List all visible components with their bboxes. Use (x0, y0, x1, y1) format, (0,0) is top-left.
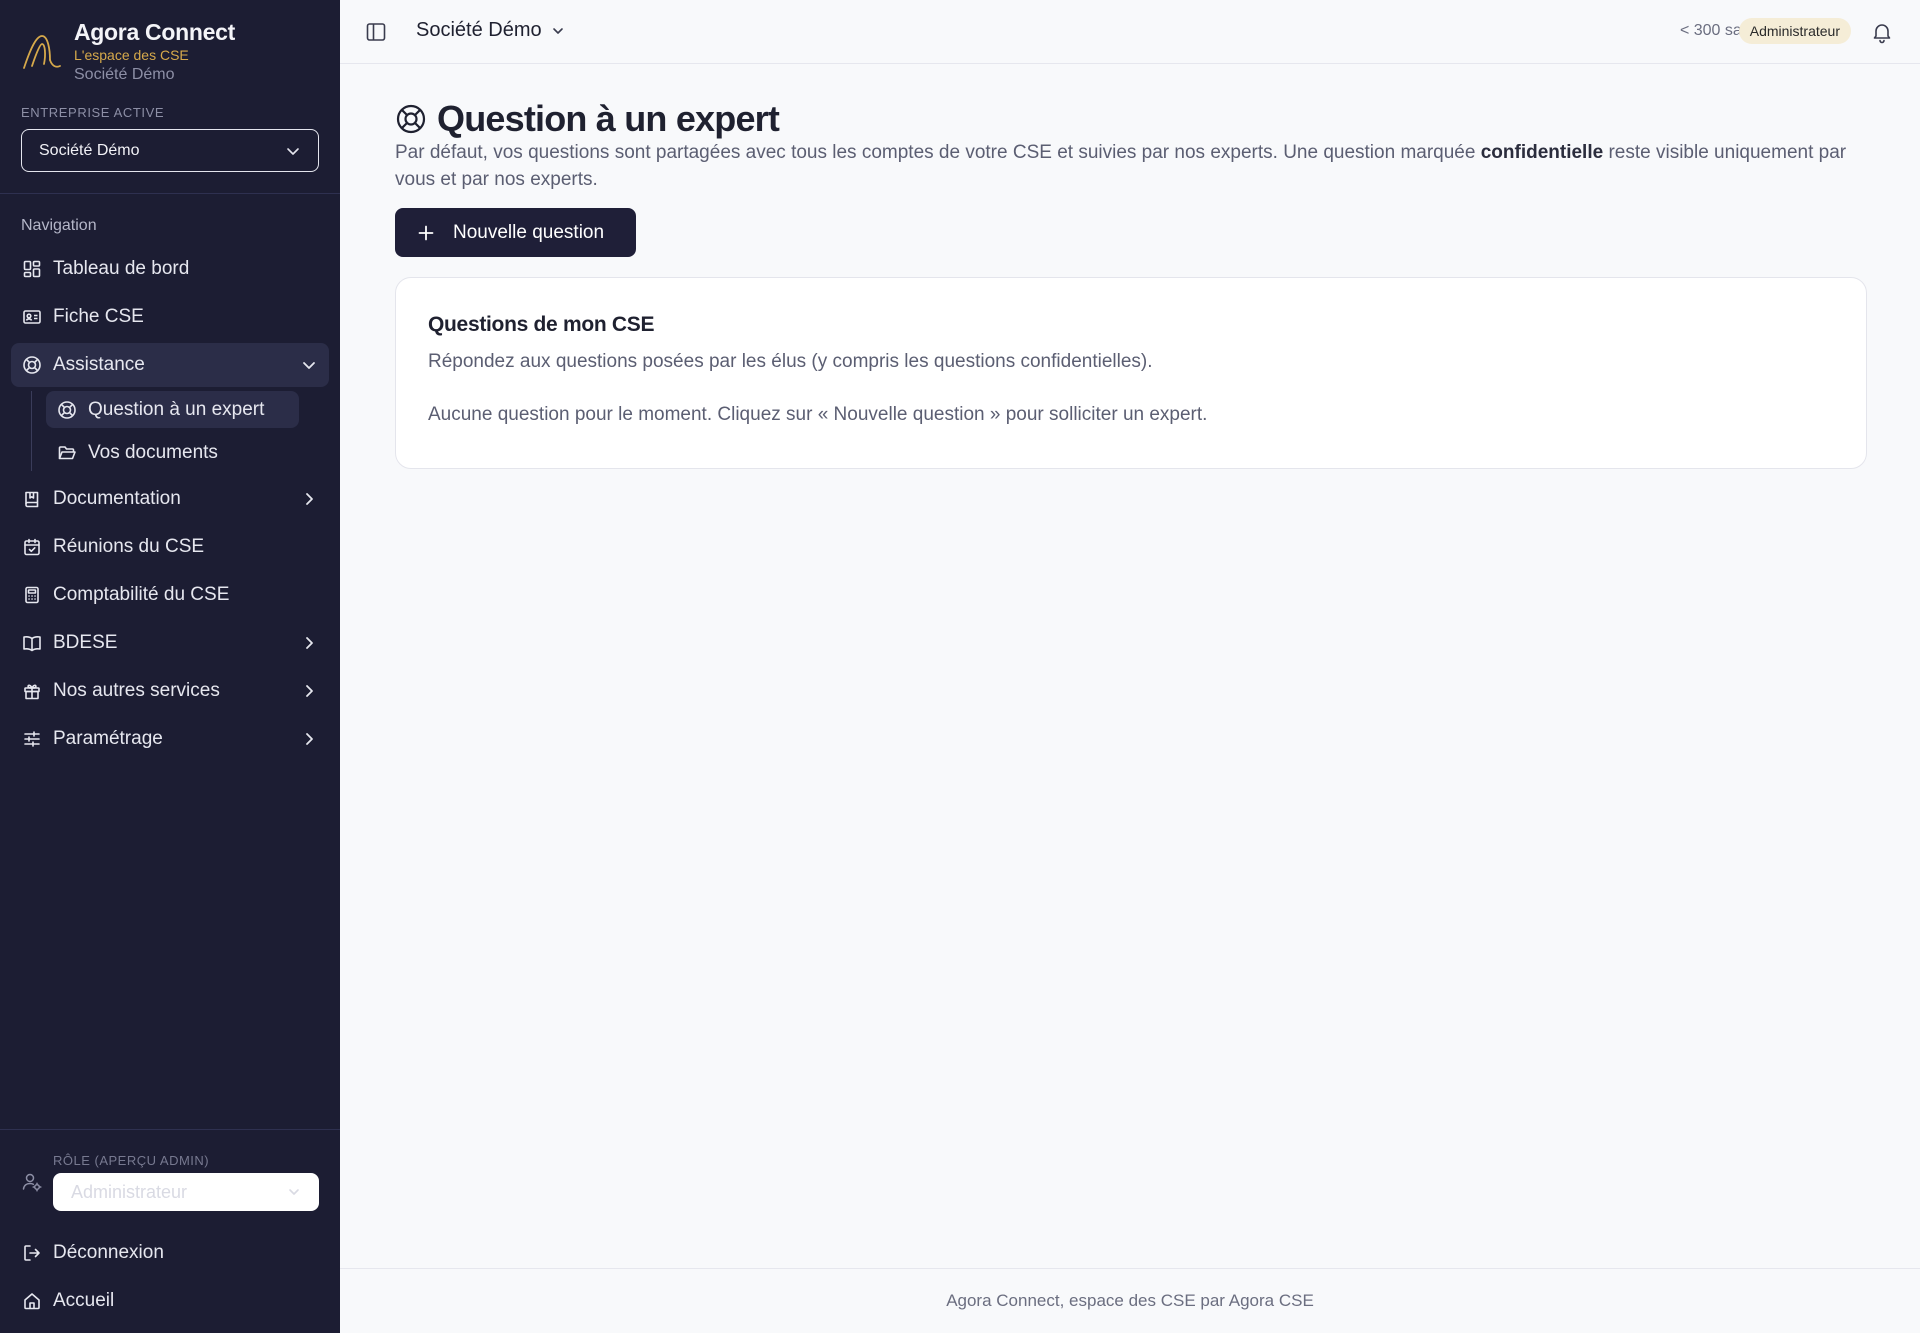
sidebar-subitem-label: Vos documents (88, 441, 218, 463)
logout-button[interactable]: Déconnexion (11, 1231, 329, 1275)
role-badge: Administrateur (1738, 18, 1851, 44)
sidebar-item-label: BDESE (53, 632, 118, 653)
new-question-label: Nouvelle question (453, 221, 605, 243)
topbar: Société Démo < 300 salariés Administrate… (340, 0, 1920, 64)
sidebar-subitem-label: Question à un expert (88, 398, 265, 420)
sidebar-item-dashboard[interactable]: Tableau de bord (11, 247, 329, 291)
calculator-icon (21, 584, 43, 606)
sidebar-item-label: Documentation (53, 488, 181, 509)
questions-card: Questions de mon CSE Répondez aux questi… (395, 277, 1867, 469)
logout-icon (21, 1242, 43, 1264)
chevron-right-icon (306, 733, 313, 745)
intro-bold: confidentielle (1480, 142, 1604, 163)
chevron-down-icon (287, 147, 299, 155)
sidebar-item-comptabilite[interactable]: Comptabilité du CSE (11, 573, 329, 617)
chevron-right-icon (306, 493, 313, 505)
assistance-submenu: Question à un expert Vos documents (31, 391, 329, 471)
folder-open-icon (56, 442, 78, 464)
plus-icon (418, 225, 434, 240)
role-preview-label: RÔLE (APERÇU ADMIN) (53, 1153, 210, 1168)
nav-section-label: Navigation (21, 217, 97, 234)
sidebar-item-parametrage[interactable]: Paramétrage (11, 717, 329, 761)
sliders-icon (21, 728, 43, 750)
new-question-button[interactable]: Nouvelle question (395, 208, 636, 257)
enterprise-select[interactable]: Société Démo (21, 129, 319, 172)
company-switcher-label: Société Démo (416, 19, 542, 41)
home-icon (21, 1290, 43, 1312)
sidebar-item-label: Tableau de bord (53, 258, 190, 279)
sidebar-subitem-documents[interactable]: Vos documents (46, 434, 299, 471)
brand-name: Agora Connect (74, 19, 235, 45)
sidebar-item-label: Assistance (53, 354, 145, 375)
sidebar-item-label: Comptabilité du CSE (53, 584, 230, 605)
brand[interactable]: Agora Connect L'espace des CSE Société D… (20, 18, 235, 86)
logout-label: Déconnexion (53, 1242, 164, 1263)
footer-text: Agora Connect, espace des CSE par Agora … (946, 1291, 1314, 1310)
chevron-down-icon (552, 27, 563, 34)
chevron-down-icon (289, 1189, 299, 1195)
page-intro: Par défaut, vos questions sont partagées… (395, 139, 1875, 193)
book-bookmark-icon (21, 488, 43, 510)
open-book-icon (21, 632, 43, 654)
sidebar-nav: Tableau de bord Fiche CSE Assistance Que… (11, 247, 329, 765)
sidebar-item-label: Paramétrage (53, 728, 163, 749)
sidebar-item-documentation[interactable]: Documentation (11, 477, 329, 521)
dashboard-icon (21, 258, 43, 280)
home-link[interactable]: Accueil (11, 1279, 329, 1323)
brand-company: Société Démo (74, 66, 175, 83)
sidebar: Agora Connect L'espace des CSE Société D… (0, 0, 340, 1333)
lifebuoy-icon (396, 104, 426, 134)
brand-tagline: L'espace des CSE (74, 47, 189, 63)
sidebar-footer-nav: Déconnexion Accueil (11, 1231, 329, 1327)
sidebar-item-bdese[interactable]: BDESE (11, 621, 329, 665)
sidebar-item-label: Nos autres services (53, 680, 220, 701)
sidebar-item-fiche-cse[interactable]: Fiche CSE (11, 295, 329, 339)
gift-icon (21, 680, 43, 702)
intro-text: Par défaut, vos questions sont partagées… (395, 142, 1481, 163)
sidebar-subitem-question-expert[interactable]: Question à un expert (46, 391, 299, 428)
id-card-icon (21, 306, 43, 328)
chevron-down-icon (303, 362, 315, 369)
calendar-check-icon (21, 536, 43, 558)
sidebar-toggle-icon[interactable] (364, 20, 388, 44)
role-preview-value: Administrateur (71, 1181, 188, 1202)
company-switcher[interactable]: Société Démo (416, 19, 566, 42)
sidebar-item-reunions[interactable]: Réunions du CSE (11, 525, 329, 569)
sidebar-divider (0, 193, 340, 194)
enterprise-label: ENTREPRISE ACTIVE (21, 105, 165, 120)
page-heading: Question à un expert (437, 98, 780, 139)
agora-logo-icon (23, 35, 61, 69)
bell-icon[interactable] (1870, 20, 1894, 44)
lifebuoy-icon (56, 399, 78, 421)
card-description: Répondez aux questions posées par les él… (428, 351, 1153, 372)
page-footer: Agora Connect, espace des CSE par Agora … (340, 1268, 1920, 1333)
sidebar-item-autres-services[interactable]: Nos autres services (11, 669, 329, 713)
sidebar-item-assistance[interactable]: Assistance (11, 343, 329, 387)
sidebar-divider (0, 1129, 340, 1130)
card-title: Questions de mon CSE (428, 313, 655, 336)
empty-state-text: Aucune question pour le moment. Cliquez … (428, 404, 1208, 425)
home-label: Accueil (53, 1290, 115, 1311)
page-title: Question à un expert (395, 98, 780, 140)
sidebar-item-label: Fiche CSE (53, 306, 144, 327)
chevron-right-icon (306, 637, 313, 649)
chevron-right-icon (306, 685, 313, 697)
enterprise-selected: Société Démo (39, 141, 140, 159)
user-settings-icon (22, 1173, 42, 1192)
role-preview-select[interactable]: Administrateur (53, 1173, 319, 1211)
sidebar-item-label: Réunions du CSE (53, 536, 205, 557)
lifebuoy-icon (21, 354, 43, 376)
